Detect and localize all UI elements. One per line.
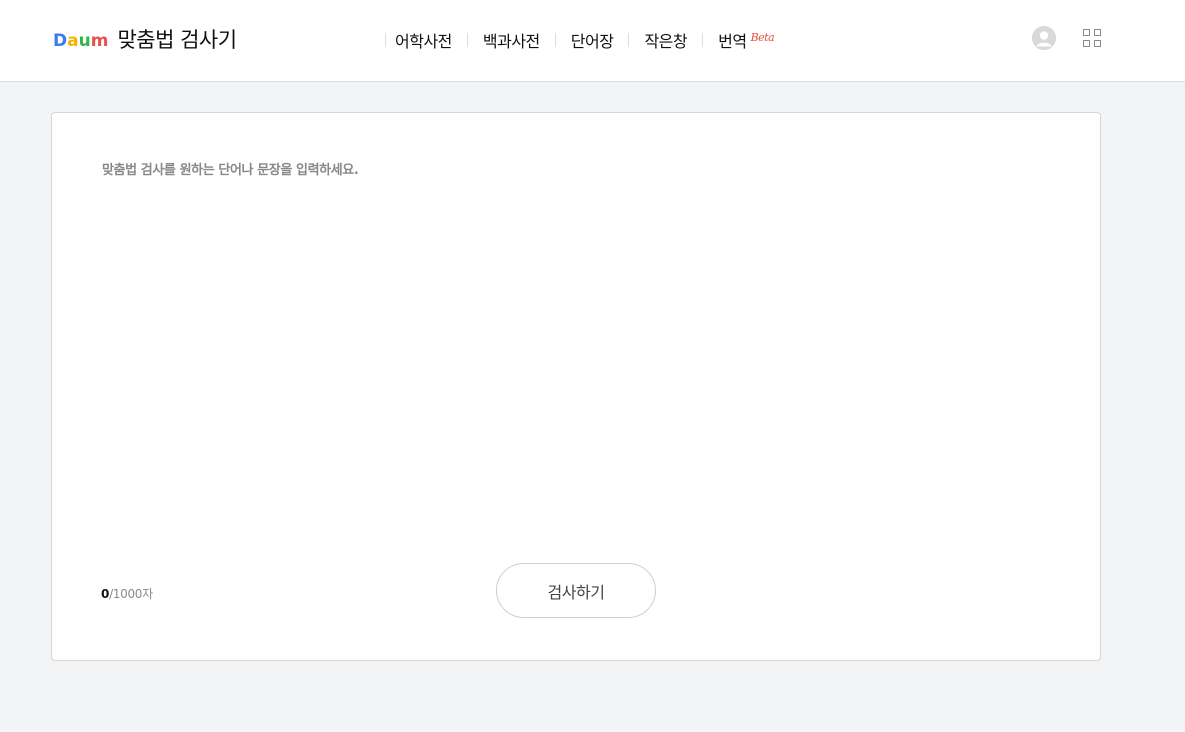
- spell-check-input[interactable]: [102, 160, 1052, 540]
- logo-letter-u: u: [78, 31, 91, 51]
- grid-cell: [1094, 40, 1101, 47]
- nav-item-label: 어학사전: [395, 32, 452, 51]
- user-silhouette-icon: [1032, 26, 1056, 50]
- grid-cell: [1083, 40, 1090, 47]
- nav-divider: [385, 33, 386, 47]
- service-title: 맞춤법 검사기: [117, 28, 237, 52]
- logo-letter-d: D: [53, 31, 68, 51]
- nav-item-translate[interactable]: 번역 Beta: [718, 28, 775, 52]
- grid-cell: [1083, 29, 1090, 36]
- spell-check-button[interactable]: 검사하기: [496, 563, 656, 618]
- nav-item-mini-window[interactable]: 작은창: [644, 28, 687, 52]
- character-counter: 0/1000자: [101, 585, 153, 602]
- beta-badge: Beta: [750, 30, 775, 44]
- nav-item-label: 백과사전: [482, 32, 540, 51]
- nav-divider: [702, 33, 704, 47]
- nav-item-language-dictionary[interactable]: 어학사전: [395, 28, 452, 52]
- logo-letter-a: a: [67, 31, 79, 51]
- nav-divider: [628, 33, 630, 47]
- nav-item-encyclopedia[interactable]: 백과사전: [483, 28, 540, 52]
- nav-item-label: 번역: [718, 32, 747, 51]
- top-header: D a u m 맞춤법 검사기 어학사전 백과사전 단어장 작은창 번역 Bet…: [0, 0, 1185, 82]
- logo-letter-m: m: [90, 31, 109, 51]
- grid-cell: [1094, 29, 1101, 36]
- character-count-limit: /1000자: [109, 587, 153, 601]
- nav-divider: [554, 33, 556, 47]
- nav-item-label: 단어장: [570, 32, 614, 51]
- app-grid-icon[interactable]: [1083, 29, 1101, 47]
- nav-item-label: 작은창: [644, 32, 688, 51]
- character-count-current: 0: [101, 587, 110, 601]
- daum-logo-link[interactable]: D a u m 맞춤법 검사기: [53, 24, 237, 54]
- user-avatar-icon[interactable]: [1032, 26, 1056, 50]
- nav-item-wordbook[interactable]: 단어장: [571, 28, 614, 52]
- daum-logo-icon: D a u m: [53, 28, 108, 50]
- nav-divider: [466, 33, 468, 47]
- global-nav: 어학사전 백과사전 단어장 작은창 번역 Beta: [385, 28, 775, 52]
- spell-check-panel: 0/1000자 검사하기: [51, 112, 1101, 661]
